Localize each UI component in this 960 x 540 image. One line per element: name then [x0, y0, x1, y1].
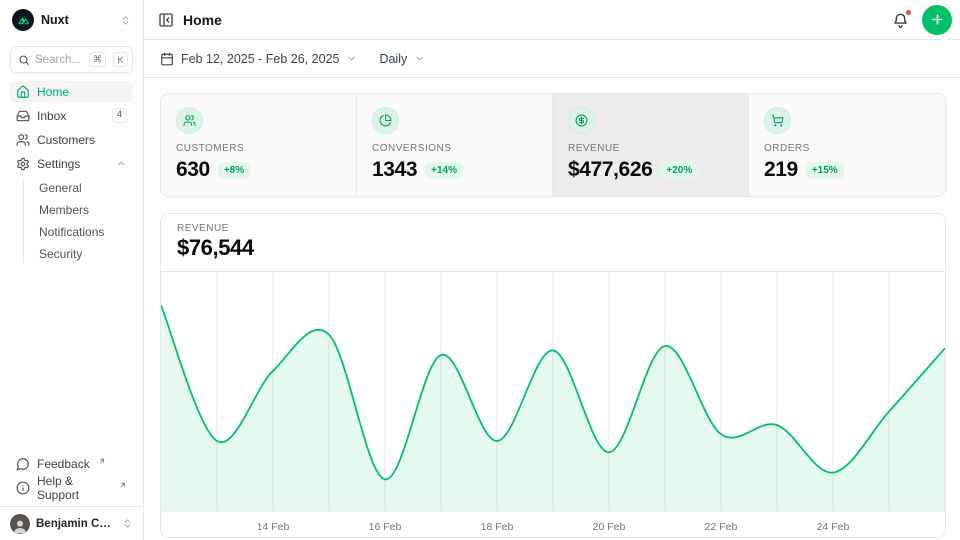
sidebar-item-label: Help & Support: [37, 474, 111, 502]
period-select[interactable]: Daily: [379, 52, 425, 66]
inbox-count-badge: 4: [112, 108, 127, 122]
users-icon: [176, 107, 203, 134]
sidebar-nav: Home Inbox 4 Customers Settings Ge: [0, 81, 143, 263]
chevron-down-icon: [346, 53, 357, 64]
sidebar-item-home[interactable]: Home: [10, 81, 133, 102]
date-range-label: Feb 12, 2025 - Feb 26, 2025: [181, 52, 339, 66]
sidebar-item-feedback[interactable]: Feedback: [10, 453, 133, 474]
stat-card-revenue[interactable]: REVENUE $477,626 +20%: [553, 94, 749, 196]
stat-value: 630: [176, 158, 210, 182]
sub-item-label: General: [39, 181, 82, 195]
brand-name: Nuxt: [41, 13, 69, 27]
sidebar-footer: Feedback Help & Support: [0, 449, 143, 506]
stat-card-customers[interactable]: CUSTOMERS 630 +8%: [161, 94, 357, 196]
info-circle-icon: [16, 481, 30, 495]
sidebar-item-label: Settings: [37, 157, 80, 171]
revenue-chart-card: REVENUE $76,544 14 Feb 16 Feb 18 Feb 20 Feb…: [160, 213, 946, 538]
users-icon: [16, 133, 30, 147]
stat-label: REVENUE: [568, 143, 733, 154]
page-header: Home: [144, 0, 960, 40]
chart-current-value: $76,544: [177, 235, 929, 261]
circle-dollar-icon: [568, 107, 595, 134]
sidebar-item-help-support[interactable]: Help & Support: [10, 477, 133, 498]
external-link-icon: [98, 457, 106, 465]
user-menu[interactable]: Benjamin Canac: [0, 506, 143, 540]
sidebar-item-members[interactable]: Members: [35, 200, 133, 219]
page-title: Home: [183, 12, 222, 28]
x-tick-label: 16 Feb: [369, 521, 402, 533]
chart-title: REVENUE: [177, 223, 929, 234]
main-content: Home Feb 12, 2025 - Feb 26, 2025 Daily: [144, 0, 960, 540]
avatar: [10, 514, 30, 534]
plus-icon: [930, 12, 945, 27]
sub-item-label: Notifications: [39, 225, 104, 239]
chart-header: REVENUE $76,544: [161, 214, 945, 272]
sidebar-collapse-icon[interactable]: [158, 12, 174, 28]
stat-card-conversions[interactable]: CONVERSIONS 1343 +14%: [357, 94, 553, 196]
stat-value: 219: [764, 158, 798, 182]
gear-icon: [16, 157, 30, 171]
chevron-down-icon: [414, 53, 425, 64]
search-input[interactable]: Search... ⌘ K: [10, 46, 133, 73]
user-name: Benjamin Canac: [36, 518, 116, 530]
sidebar-item-customers[interactable]: Customers: [10, 129, 133, 150]
search-icon: [18, 54, 30, 66]
notifications-button[interactable]: [889, 8, 912, 31]
message-circle-icon: [16, 457, 30, 471]
kbd-meta: ⌘: [89, 52, 106, 67]
stat-label: CONVERSIONS: [372, 143, 537, 154]
x-tick-label: 24 Feb: [817, 521, 850, 533]
sidebar-item-label: Feedback: [37, 457, 90, 471]
revenue-chart-svg: [161, 272, 945, 517]
sidebar-item-security[interactable]: Security: [35, 244, 133, 263]
chevrons-up-down-icon: [122, 518, 133, 529]
stat-label: CUSTOMERS: [176, 143, 341, 154]
x-tick-label: 20 Feb: [593, 521, 626, 533]
kbd-k: K: [113, 52, 128, 67]
sidebar: Nuxt Search... ⌘ K Home Inbox 4: [0, 0, 144, 540]
stat-change-badge: +15%: [806, 162, 844, 179]
chevron-up-icon: [116, 158, 127, 169]
x-tick-label: 22 Feb: [705, 521, 738, 533]
stat-change-badge: +20%: [660, 162, 698, 179]
pie-chart-icon: [372, 107, 399, 134]
notification-dot: [905, 9, 912, 16]
cart-icon: [764, 107, 791, 134]
inbox-icon: [16, 109, 30, 123]
settings-sub-list: General Members Notifications Security: [23, 178, 133, 263]
stat-value: $477,626: [568, 158, 652, 182]
period-label: Daily: [379, 52, 407, 66]
stat-change-badge: +14%: [425, 162, 463, 179]
nuxt-logo-icon: [12, 9, 34, 31]
x-tick-label: 18 Feb: [481, 521, 514, 533]
sidebar-spacer: [0, 263, 143, 449]
sidebar-item-general[interactable]: General: [35, 178, 133, 197]
sidebar-item-label: Customers: [37, 133, 95, 147]
search-placeholder: Search...: [35, 54, 84, 66]
sub-item-label: Security: [39, 247, 82, 261]
date-range-picker[interactable]: Feb 12, 2025 - Feb 26, 2025: [160, 52, 357, 66]
chevrons-up-down-icon: [120, 15, 131, 26]
external-link-icon: [119, 481, 127, 489]
sidebar-item-settings[interactable]: Settings: [10, 153, 133, 174]
stat-change-badge: +8%: [218, 162, 250, 179]
calendar-icon: [160, 52, 174, 66]
sidebar-item-notifications[interactable]: Notifications: [35, 222, 133, 241]
home-icon: [16, 85, 30, 99]
sidebar-item-inbox[interactable]: Inbox 4: [10, 105, 133, 126]
sidebar-item-label: Inbox: [37, 109, 66, 123]
chart-plot-area[interactable]: [161, 272, 945, 517]
filters-toolbar: Feb 12, 2025 - Feb 26, 2025 Daily: [144, 40, 960, 78]
sub-item-label: Members: [39, 203, 89, 217]
team-switcher[interactable]: Nuxt: [0, 0, 143, 40]
stat-value: 1343: [372, 158, 417, 182]
stat-label: ORDERS: [764, 143, 930, 154]
x-tick-label: 14 Feb: [257, 521, 290, 533]
stat-card-orders[interactable]: ORDERS 219 +15%: [749, 94, 945, 196]
add-button[interactable]: [922, 5, 952, 35]
stats-row: CUSTOMERS 630 +8% CONVERSIONS 1343 +14% …: [160, 93, 946, 197]
chart-x-axis-labels: 14 Feb 16 Feb 18 Feb 20 Feb 22 Feb 24 Feb: [161, 517, 945, 537]
sidebar-item-label: Home: [37, 85, 69, 99]
